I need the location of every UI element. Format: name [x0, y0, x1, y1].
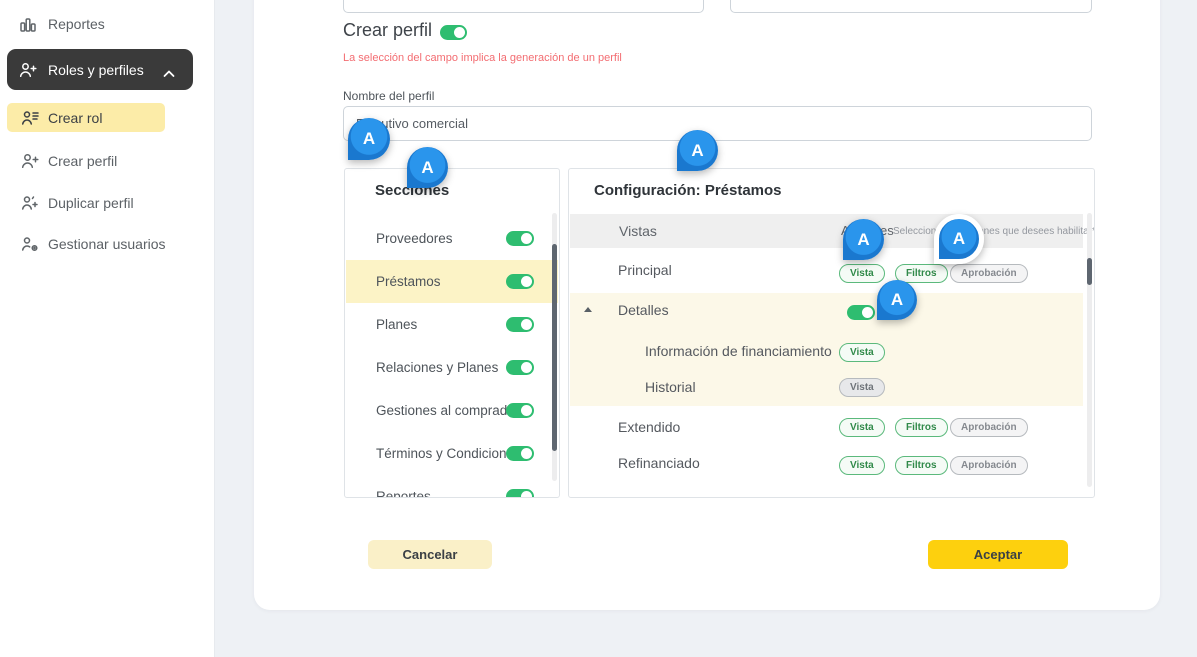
section-label: Relaciones y Planes — [376, 346, 498, 389]
config-panel: Configuración: Préstamos Vistas Acciones… — [568, 168, 1095, 498]
sidebar-item-label: Crear perfil — [48, 153, 117, 169]
annotation-marker[interactable]: A — [348, 118, 390, 160]
config-row-historial-label: Historial — [645, 379, 696, 395]
chip-vista[interactable]: Vista — [839, 418, 885, 437]
profile-note: La selección del campo implica la genera… — [343, 52, 622, 64]
annotation-marker[interactable]: A — [677, 130, 718, 171]
person-plus-icon — [18, 60, 38, 80]
config-title: Configuración: Préstamos — [594, 182, 782, 199]
sidebar-item-label: Reportes — [48, 16, 105, 32]
accept-button[interactable]: Aceptar — [928, 540, 1068, 569]
section-row-planes[interactable]: Planes — [346, 303, 558, 346]
app-root: Crear perfil La selección del campo impl… — [0, 0, 1197, 657]
sections-scrollbar-thumb[interactable] — [552, 244, 557, 451]
sidebar-item-crear-perfil[interactable]: Crear perfil — [0, 146, 215, 176]
section-row-prestamos[interactable]: Préstamos — [346, 260, 558, 303]
section-row-gestiones[interactable]: Gestiones al comprador — [346, 389, 558, 432]
section-toggle[interactable] — [506, 317, 534, 332]
config-scrollbar-thumb[interactable] — [1087, 258, 1092, 285]
sidebar-item-crear-rol[interactable]: Crear rol — [7, 103, 165, 132]
profile-name-label: Nombre del perfil — [343, 89, 434, 103]
profile-name-input[interactable] — [343, 106, 1092, 141]
section-label: Gestiones al comprador — [376, 389, 519, 432]
sidebar-item-reportes[interactable]: Reportes — [0, 9, 215, 39]
config-header-vistas: Vistas — [619, 214, 657, 248]
sidebar-item-label: Crear rol — [48, 110, 102, 126]
section-label: Reportes — [376, 475, 431, 498]
bar-chart-icon — [18, 14, 38, 34]
section-toggle[interactable] — [506, 274, 534, 289]
section-toggle[interactable] — [506, 360, 534, 375]
person-duplicate-icon — [20, 193, 40, 213]
sidebar-item-label: Roles y perfiles — [48, 62, 144, 78]
page-title: Crear perfil — [343, 20, 432, 41]
chip-filtros[interactable]: Filtros — [895, 456, 948, 475]
section-row-reportes[interactable]: Reportes — [346, 475, 558, 498]
sidebar-item-roles-y-perfiles[interactable]: Roles y perfiles — [7, 49, 193, 90]
section-label: Términos y Condiciones — [376, 432, 521, 475]
section-toggle[interactable] — [506, 231, 534, 246]
chip-vista[interactable]: Vista — [839, 343, 885, 362]
config-row-principal-label: Principal — [618, 262, 672, 278]
annotation-marker[interactable]: A — [843, 219, 884, 260]
section-label: Proveedores — [376, 217, 453, 260]
chip-filtros[interactable]: Filtros — [895, 418, 948, 437]
chip-vista[interactable]: Vista — [839, 456, 885, 475]
section-row-terminos[interactable]: Términos y Condiciones — [346, 432, 558, 475]
sidebar-item-label: Gestionar usuarios — [48, 236, 166, 252]
section-row-relaciones[interactable]: Relaciones y Planes — [346, 346, 558, 389]
annotation-marker-selected[interactable]: A — [934, 214, 984, 264]
annotation-marker[interactable]: A — [877, 280, 917, 320]
config-row-extendido-label: Extendido — [618, 419, 680, 435]
top-left-input[interactable] — [343, 0, 704, 13]
detalles-toggle[interactable] — [847, 305, 875, 320]
config-header-row: Vistas Acciones Selecciona las acciones … — [570, 214, 1083, 248]
chip-vista[interactable]: Vista — [839, 378, 885, 397]
sidebar-item-gestionar-usuarios[interactable]: Gestionar usuarios — [0, 229, 215, 259]
person-add-icon — [20, 151, 40, 171]
section-label: Préstamos — [376, 260, 441, 303]
collapse-arrow-icon[interactable] — [584, 307, 592, 312]
config-header-helper: Selecciona las acciones que desees habil… — [893, 226, 1095, 237]
chip-vista[interactable]: Vista — [839, 264, 885, 283]
section-toggle[interactable] — [506, 403, 534, 418]
sidebar-item-label: Duplicar perfil — [48, 195, 134, 211]
section-row-proveedores[interactable]: Proveedores — [346, 217, 558, 260]
section-label: Planes — [376, 303, 417, 346]
top-right-input[interactable] — [730, 0, 1092, 13]
sections-panel: Secciones Proveedores Préstamos Planes R… — [344, 168, 560, 498]
person-gear-icon — [20, 234, 40, 254]
chip-aprobacion[interactable]: Aprobación — [950, 418, 1028, 437]
annotation-marker[interactable]: A — [407, 147, 448, 188]
config-row-refinanciado-label: Refinanciado — [618, 455, 700, 471]
config-row-detalles-label: Detalles — [618, 302, 669, 318]
sidebar-item-duplicar-perfil[interactable]: Duplicar perfil — [0, 188, 215, 218]
chevron-up-icon — [163, 65, 175, 83]
sidebar: Reportes Roles y perfiles Crear rol — [0, 0, 215, 657]
cancel-button[interactable]: Cancelar — [368, 540, 492, 569]
chip-aprobacion[interactable]: Aprobación — [950, 264, 1028, 283]
section-toggle[interactable] — [506, 446, 534, 461]
config-scrollbar-track — [1087, 213, 1092, 487]
crear-perfil-toggle[interactable] — [440, 25, 467, 40]
person-list-icon — [20, 108, 40, 128]
config-row-financiamiento-label: Información de financiamiento — [645, 343, 832, 359]
section-toggle[interactable] — [506, 489, 534, 498]
chip-aprobacion[interactable]: Aprobación — [950, 456, 1028, 475]
